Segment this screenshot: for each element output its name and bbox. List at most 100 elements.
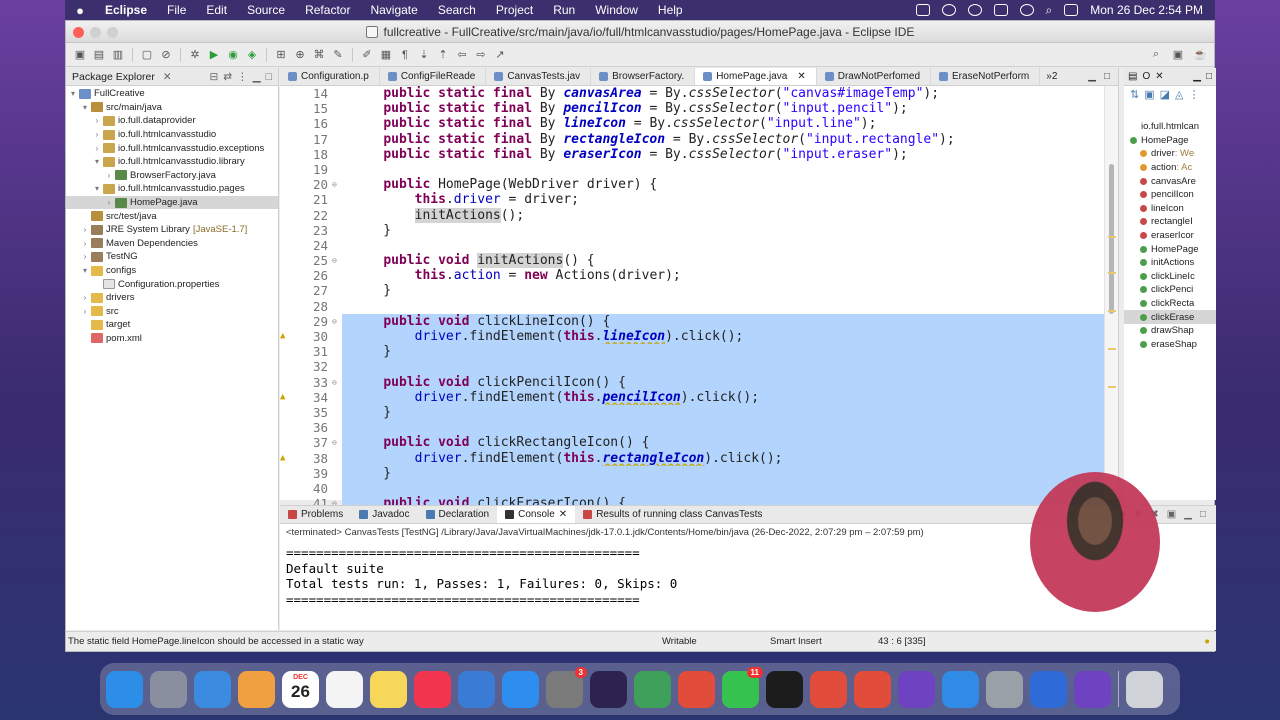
- menu-edit[interactable]: Edit: [196, 3, 237, 17]
- dock-safari-icon[interactable]: [942, 670, 979, 708]
- minimize-view-icon[interactable]: ▁: [1193, 71, 1201, 82]
- dock-music-icon[interactable]: [414, 670, 451, 708]
- apple-icon[interactable]: ●: [65, 3, 95, 18]
- battery-icon[interactable]: [993, 4, 1008, 16]
- save-all-icon[interactable]: ▥: [110, 47, 126, 63]
- code-line[interactable]: 27 }: [280, 283, 1118, 298]
- tree-item[interactable]: ▾ src/main/java: [66, 101, 278, 115]
- expand-arrow-icon[interactable]: ›: [92, 130, 102, 139]
- dock-eclipse-icon[interactable]: [590, 670, 627, 708]
- tree-item[interactable]: › io.full.htmlcanvasstudio: [66, 128, 278, 142]
- dock-terminal-icon[interactable]: [766, 670, 803, 708]
- tree-item[interactable]: › BrowserFactory.java: [66, 169, 278, 183]
- back-icon[interactable]: ⇦: [454, 47, 470, 63]
- sort-icon[interactable]: ⇅: [1130, 88, 1139, 101]
- code-line[interactable]: 25 ⊖ public void initActions() {: [280, 253, 1118, 269]
- editor-tab[interactable]: Configuration.p: [280, 68, 380, 85]
- outline-item[interactable]: canvasAre: [1124, 174, 1216, 188]
- expand-arrow-icon[interactable]: ›: [80, 252, 90, 261]
- link-with-editor-icon[interactable]: ⇄: [223, 71, 232, 83]
- tree-item[interactable]: ▾ configs: [66, 264, 278, 278]
- previous-annotation-icon[interactable]: ⇡: [435, 47, 451, 63]
- tab-overflow[interactable]: »2: [1040, 68, 1063, 85]
- new-console-icon[interactable]: ▣: [1167, 509, 1176, 520]
- overview-warning-marker[interactable]: [1108, 386, 1116, 388]
- open-type-icon[interactable]: ⌘: [311, 47, 327, 63]
- outline-item[interactable]: initActions: [1124, 256, 1216, 270]
- dock-photos-icon[interactable]: [238, 670, 275, 708]
- dock-keynote-icon[interactable]: [458, 670, 495, 708]
- status-icon[interactable]: [941, 4, 956, 16]
- code-line[interactable]: 40: [280, 480, 1118, 497]
- fold-icon[interactable]: ⊖: [332, 314, 342, 329]
- play-icon[interactable]: [967, 4, 982, 16]
- dock-audio-app-icon[interactable]: [1030, 670, 1067, 708]
- fold-icon[interactable]: ⊖: [332, 177, 342, 192]
- editor-tab[interactable]: BrowserFactory.: [591, 68, 696, 85]
- editor-tab[interactable]: EraseNotPerform: [931, 68, 1041, 85]
- tree-item[interactable]: ▾ FullCreative: [66, 87, 278, 101]
- code-line[interactable]: 26 this.action = new Actions(driver);: [280, 268, 1118, 283]
- code-line[interactable]: 22 initActions();: [280, 207, 1118, 223]
- console-tab[interactable]: Results of running class CanvasTests: [575, 506, 770, 523]
- open-perspective-icon[interactable]: ▣: [1170, 47, 1186, 63]
- hide-nonpublic-icon[interactable]: ◬: [1175, 88, 1183, 101]
- dock-chrome-3-icon[interactable]: [854, 670, 891, 708]
- outline-item[interactable]: io.full.htmlcan: [1124, 120, 1216, 134]
- fold-icon[interactable]: ⊖: [332, 375, 342, 390]
- overview-warning-marker[interactable]: [1108, 236, 1116, 238]
- dock-mail-icon[interactable]: [194, 670, 231, 708]
- dock-finder-icon[interactable]: [106, 670, 143, 708]
- menu-navigate[interactable]: Navigate: [360, 3, 427, 17]
- menu-app-name[interactable]: Eclipse: [95, 3, 157, 17]
- save-icon[interactable]: ▤: [91, 47, 107, 63]
- outline-item[interactable]: action : Ac: [1124, 161, 1216, 175]
- overview-warning-marker[interactable]: [1108, 348, 1116, 350]
- tree-item[interactable]: ▾ io.full.htmlcanvasstudio.library: [66, 155, 278, 169]
- minimize-window-button[interactable]: [90, 27, 101, 38]
- code-line[interactable]: 20 ⊖ public HomePage(WebDriver driver) {: [280, 177, 1118, 192]
- dock-quicktime-icon[interactable]: [986, 670, 1023, 708]
- search-icon[interactable]: ⌕: [1046, 3, 1053, 18]
- expand-arrow-icon[interactable]: ▾: [80, 103, 90, 112]
- menu-file[interactable]: File: [157, 3, 196, 17]
- tree-item[interactable]: › drivers: [66, 291, 278, 305]
- dock-android-studio-icon[interactable]: [634, 670, 671, 708]
- control-center-icon[interactable]: [1064, 4, 1079, 16]
- tree-item[interactable]: target: [66, 318, 278, 332]
- menu-window[interactable]: Window: [585, 3, 648, 17]
- expand-arrow-icon[interactable]: ▾: [92, 184, 102, 193]
- overview-warning-marker[interactable]: [1108, 272, 1116, 274]
- expand-arrow-icon[interactable]: ›: [92, 144, 102, 153]
- dock-reminders-icon[interactable]: [326, 670, 363, 708]
- tree-item[interactable]: › TestNG: [66, 250, 278, 264]
- expand-arrow-icon[interactable]: ›: [80, 307, 90, 316]
- editor-scrollbar[interactable]: [1104, 86, 1118, 500]
- tree-item[interactable]: › src: [66, 305, 278, 319]
- menu-help[interactable]: Help: [648, 3, 693, 17]
- close-icon[interactable]: ✕: [559, 509, 567, 520]
- close-icon[interactable]: ✕: [797, 71, 805, 82]
- code-line[interactable]: 17 public static final By rectangleIcon …: [280, 132, 1118, 147]
- fold-icon[interactable]: ⊖: [332, 435, 342, 450]
- maximize-view-icon[interactable]: □: [1104, 71, 1110, 82]
- search-icon[interactable]: ⌕: [1148, 47, 1164, 63]
- console-tab[interactable]: Declaration: [418, 506, 498, 523]
- package-explorer-tab[interactable]: Package Explorer ✕ ⊟ ⇄ ⋮ ▁ □: [66, 68, 278, 86]
- maximize-view-icon[interactable]: □: [1206, 71, 1212, 82]
- new-icon[interactable]: ▣: [72, 47, 88, 63]
- java-perspective-icon[interactable]: ☕: [1192, 47, 1208, 63]
- lightbulb-icon[interactable]: ●: [1204, 636, 1216, 647]
- code-line[interactable]: 16 public static final By lineIcon = By.…: [280, 116, 1118, 131]
- console-tab[interactable]: Console ✕: [497, 506, 576, 523]
- fold-icon[interactable]: ⊖: [332, 253, 342, 268]
- hide-fields-icon[interactable]: ▣: [1144, 88, 1154, 101]
- outline-item[interactable]: HomePage: [1124, 134, 1216, 148]
- code-line[interactable]: 35 }: [280, 404, 1118, 421]
- dock-github-desktop-icon[interactable]: [898, 670, 935, 708]
- tree-item[interactable]: › Maven Dependencies: [66, 237, 278, 251]
- search-tool-icon[interactable]: ✎: [330, 47, 346, 63]
- toggle-mark-occurrences-icon[interactable]: ✐: [359, 47, 375, 63]
- dock-github-desktop-2-icon[interactable]: [1074, 670, 1111, 708]
- run-icon[interactable]: ▶: [206, 47, 222, 63]
